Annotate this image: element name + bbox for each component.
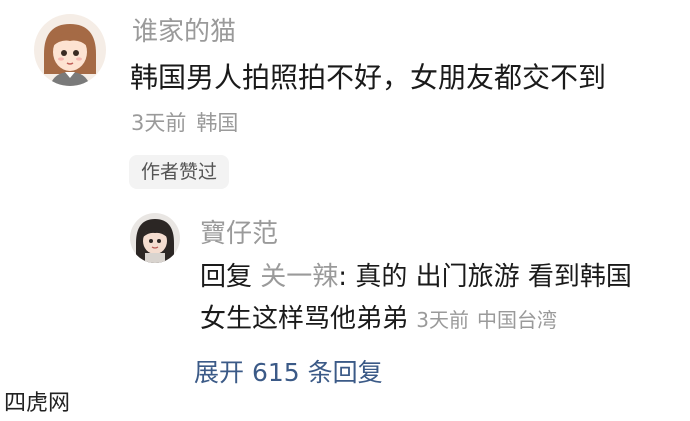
replier-username[interactable]: 寶仔范 (200, 218, 278, 250)
reply-to-username[interactable]: 关一辣 (260, 262, 338, 292)
comment-meta: 3天前 韩国 (131, 108, 238, 138)
commenter-avatar[interactable] (34, 14, 106, 86)
reply-text: 回复 关一辣: 真的 出门旅游 看到韩国 女生这样骂他弟弟 3天前 中国台湾 (200, 256, 680, 341)
expand-replies-link[interactable]: 展开 615 条回复 (194, 356, 383, 390)
comment-time: 3天前 (131, 111, 187, 135)
watermark: 四虎网 (4, 390, 71, 418)
comment-location: 韩国 (196, 111, 239, 135)
comment-text: 韩国男人拍照拍不好，女朋友都交不到 (130, 61, 607, 94)
reply-content-line1: : 真的 出门旅游 看到韩国 (338, 262, 632, 292)
reply-location: 中国台湾 (477, 308, 558, 332)
reply-time: 3天前 (416, 308, 470, 332)
author-liked-badge: 作者赞过 (129, 155, 230, 189)
commenter-username[interactable]: 谁家的猫 (132, 16, 236, 48)
reply-prefix: 回复 (200, 262, 253, 292)
reply-meta: 3天前 中国台湾 (416, 308, 557, 332)
replier-avatar[interactable] (130, 213, 180, 263)
reply-content-line2: 女生这样骂他弟弟 (200, 304, 409, 334)
